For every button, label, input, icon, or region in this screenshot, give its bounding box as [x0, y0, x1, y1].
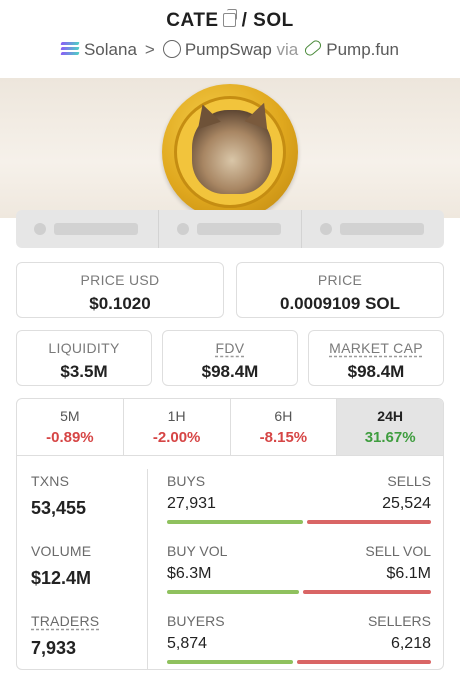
market-cap-value: $98.4M	[347, 362, 405, 381]
buys-value: 27,931	[167, 495, 216, 512]
buy-sell-meter	[167, 590, 431, 594]
sellers-label: SELLERS	[367, 613, 431, 629]
chevron-right-icon: >	[144, 40, 155, 59]
liquidity-label: LIQUIDITY	[48, 340, 120, 356]
base-token: CATE	[166, 10, 219, 31]
sell-vol-label: SELL VOL	[365, 543, 431, 559]
buy-sell-meter	[167, 660, 431, 664]
price-card: PRICE 0.0009109 SOL	[236, 262, 444, 318]
buy-bar	[167, 660, 294, 664]
liquidity-value: $3.5M	[60, 362, 108, 381]
link-tabs	[16, 210, 444, 248]
period-change: -8.15%	[259, 429, 308, 446]
txns-value: 53,455	[31, 498, 87, 518]
placeholder-label	[340, 223, 424, 235]
cat-image	[192, 110, 272, 194]
placeholder-label	[197, 223, 281, 235]
period-label: 1H	[167, 408, 186, 424]
placeholder-icon	[34, 223, 46, 235]
launchpad-link[interactable]: Pump.fun	[326, 40, 399, 59]
link-tab-2[interactable]	[159, 210, 302, 248]
quote-token: SOL	[253, 10, 294, 31]
sell-bar	[306, 520, 431, 524]
txns-row: TXNS 53,455 BUYS SELLS 27,931 25,524	[17, 465, 443, 535]
period-change: -0.89%	[46, 429, 94, 446]
period-change: -2.00%	[152, 429, 201, 446]
period-change: 31.67%	[364, 429, 416, 446]
route-breadcrumb: Solana > PumpSwap via Pump.fun	[0, 38, 460, 60]
link-tab-3[interactable]	[302, 210, 444, 248]
fdv-value: $98.4M	[201, 362, 259, 381]
period-label: 5M	[60, 408, 80, 424]
dex-link[interactable]: PumpSwap	[185, 40, 272, 59]
buy-bar	[167, 520, 303, 524]
tab-1h[interactable]: 1H -2.00%	[124, 399, 231, 455]
price-value: 0.0009109 SOL	[279, 294, 401, 313]
volume-row: VOLUME $12.4M BUY VOL SELL VOL $6.3M $6.1M	[17, 535, 443, 605]
txns-label: TXNS	[31, 473, 70, 489]
traders-value: 7,933	[31, 638, 77, 658]
liquidity-card: LIQUIDITY $3.5M	[16, 330, 152, 386]
market-cap-card: MARKET CAP $98.4M	[308, 330, 444, 386]
token-logo	[162, 84, 298, 220]
sell-bar	[303, 590, 431, 594]
tab-5m[interactable]: 5M -0.89%	[17, 399, 124, 455]
pair-title: CATE / SOL	[0, 9, 460, 32]
link-tab-1[interactable]	[16, 210, 159, 248]
buyers-label: BUYERS	[167, 613, 225, 629]
pill-icon	[303, 38, 324, 58]
sells-value: 25,524	[382, 495, 431, 512]
tab-6h[interactable]: 6H -8.15%	[231, 399, 338, 455]
price-usd-value: $0.1020	[89, 294, 151, 313]
pair-header: CATE / SOL Solana > PumpSwap via Pump.fun	[0, 0, 460, 78]
placeholder-label	[54, 223, 138, 235]
buy-bar	[167, 590, 300, 594]
solana-icon	[60, 42, 80, 56]
period-label: 24H	[377, 408, 403, 424]
trading-stats-panel: 5M -0.89% 1H -2.00% 6H -8.15% 24H 31.67%…	[16, 398, 444, 670]
copy-icon[interactable]	[222, 9, 237, 27]
volume-value: $12.4M	[31, 568, 92, 588]
via-label: via	[276, 40, 299, 59]
sells-label: SELLS	[387, 473, 431, 489]
buy-vol-label: BUY VOL	[167, 543, 228, 559]
buy-vol-value: $6.3M	[167, 565, 212, 582]
market-cap-label[interactable]: MARKET CAP	[329, 340, 423, 356]
fdv-label[interactable]: FDV	[216, 340, 245, 356]
price-usd-card: PRICE USD $0.1020	[16, 262, 224, 318]
period-label: 6H	[274, 408, 293, 424]
buyers-value: 5,874	[167, 635, 208, 652]
price-label: PRICE	[317, 272, 363, 288]
placeholder-icon	[177, 223, 189, 235]
sell-vol-value: $6.1M	[386, 565, 431, 582]
traders-row: TRADERS 7,933 BUYERS SELLERS 5,874 6,218	[17, 605, 443, 669]
pumpswap-icon	[162, 40, 181, 58]
buys-label: BUYS	[167, 473, 206, 489]
sellers-value: 6,218	[390, 635, 431, 652]
volume-label: VOLUME	[31, 543, 92, 559]
tab-24h[interactable]: 24H 31.67%	[337, 399, 443, 455]
sell-bar	[297, 660, 431, 664]
traders-label[interactable]: TRADERS	[31, 613, 99, 629]
period-tabs: 5M -0.89% 1H -2.00% 6H -8.15% 24H 31.67%	[17, 399, 443, 456]
chain-link[interactable]: Solana	[84, 40, 137, 59]
pair-separator: /	[241, 10, 248, 31]
buy-sell-meter	[167, 520, 431, 524]
placeholder-icon	[320, 223, 332, 235]
price-usd-label: PRICE USD	[80, 272, 160, 288]
fdv-card: FDV $98.4M	[162, 330, 298, 386]
